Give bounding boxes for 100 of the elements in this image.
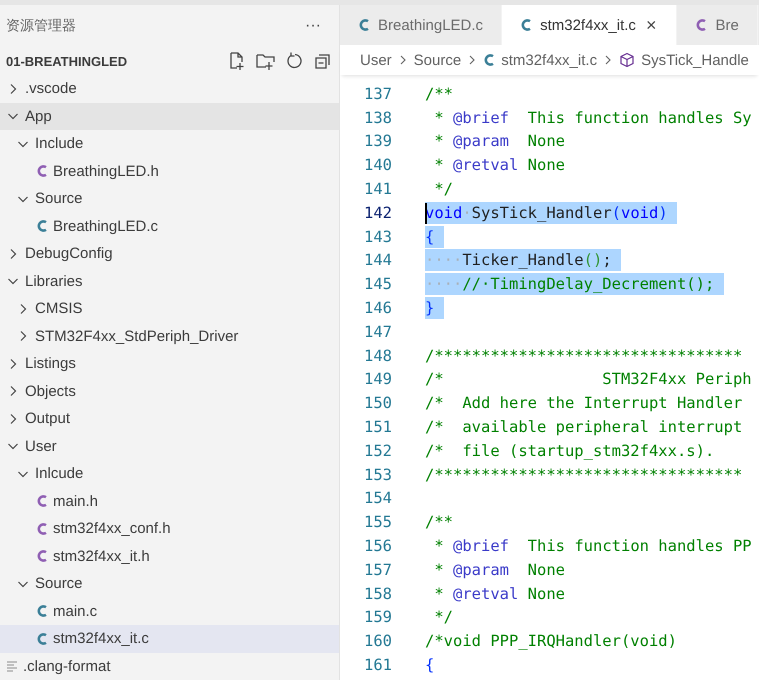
line-number: 161 [363, 656, 392, 674]
code-line: * @retval None [433, 584, 565, 605]
code-line: /** [425, 84, 453, 105]
line-number: 154 [363, 489, 392, 508]
tab-label: BreathingLED.c [378, 16, 484, 34]
tree-item-label: stm32f4xx_it.h [53, 548, 150, 565]
c-file-icon [36, 164, 48, 178]
c-file-icon [36, 549, 48, 564]
code-line: /********************************* [425, 464, 742, 486]
tree-item-label: Output [25, 410, 70, 428]
tree-item[interactable]: stm32f4xx_it.c [0, 625, 339, 652]
code-line: */ [433, 179, 453, 200]
tree-item[interactable]: Source [0, 570, 339, 598]
line-number: 155 [363, 513, 392, 532]
tree-item-label: BreathingLED.h [53, 162, 159, 180]
tree-item-label: stm32f4xx_conf.h [53, 520, 171, 538]
line-number: 151 [363, 418, 392, 436]
code-line: * @brief This function handles Sy [433, 108, 752, 129]
tree-item[interactable]: User [0, 432, 339, 460]
cube-icon [619, 52, 636, 68]
tree-item-label: Listings [25, 355, 76, 372]
line-number: 145 [363, 275, 392, 294]
tree-item[interactable]: Listings [0, 350, 339, 378]
tree-item-label: DebugConfig [25, 245, 113, 262]
tree-item-label: Inlcude [35, 465, 84, 482]
tree-item-label: CMSIS [35, 300, 83, 318]
c-file-icon [695, 18, 708, 32]
code-line: /* file (startup_stm32f4xx.s). [425, 440, 714, 462]
tree-item[interactable]: main.h [0, 488, 339, 515]
line-number: 153 [363, 466, 392, 484]
tree-item[interactable]: stm32f4xx_conf.h [0, 515, 339, 542]
tree-item[interactable]: stm32f4xx_it.h [0, 542, 339, 570]
chevron-right-icon [467, 54, 478, 66]
tree-item-label: main.c [53, 602, 98, 620]
tree-item[interactable]: DebugConfig [0, 240, 339, 268]
project-name: 01-BREATHINGLED [6, 54, 128, 68]
line-number: 157 [363, 560, 392, 579]
breadcrumb-item[interactable]: stm32f4xx_it.c [501, 52, 598, 68]
tree-item-label: stm32f4xx_it.c [53, 630, 149, 648]
tree-item-label: main.h [53, 492, 98, 510]
tree-item-label: User [25, 438, 57, 455]
code-line: /*void PPP_IRQHandler(void) [425, 631, 677, 652]
line-number: 142 [363, 204, 392, 222]
line-number: 139 [363, 132, 392, 150]
line-number: 149 [363, 370, 392, 388]
line-number: 146 [363, 299, 392, 318]
tree-item[interactable]: Inlcude [0, 460, 339, 488]
tree-item-label: STM32F4xx_StdPeriph_Driver [35, 328, 238, 345]
code-line: /********************************* [425, 346, 742, 367]
code-line: /* Add here the Interrupt Handler [425, 393, 742, 414]
line-number: 159 [363, 608, 392, 626]
c-file-icon [36, 219, 48, 234]
line-number: 156 [363, 537, 392, 556]
line-number: 147 [363, 322, 392, 341]
text-file-icon [6, 660, 18, 672]
code-line: * @param None [433, 560, 565, 581]
tree-item[interactable]: Objects [0, 378, 339, 405]
tree-item-label: .vscode [25, 80, 77, 98]
breadcrumb-item[interactable]: User [360, 52, 392, 68]
tab-label: stm32f4xx_it.c [540, 16, 636, 34]
tree-item[interactable]: CMSIS [0, 295, 339, 322]
code-line: * @brief This function handles PP [433, 536, 752, 558]
c-file-icon [36, 522, 48, 536]
breadcrumb-item[interactable]: SysTick_Handle [641, 52, 749, 68]
code-line: /** [425, 512, 453, 534]
tree-item[interactable]: Libraries [0, 268, 339, 295]
chevron-right-icon [603, 54, 614, 66]
tree-item[interactable]: Include [0, 130, 339, 158]
code-line: */ [433, 607, 453, 628]
line-number: 141 [363, 180, 392, 198]
tree-item[interactable]: main.c [0, 598, 339, 625]
tree-item-label: Include [35, 135, 84, 152]
code-line: * @param None [433, 131, 565, 152]
code-line: { [425, 655, 434, 676]
tree-item[interactable]: App [0, 102, 339, 130]
close-button[interactable]: × [644, 14, 658, 36]
tree-item-label: .clang-format [23, 658, 111, 675]
tab-label: Bre [715, 16, 739, 34]
line-number: 138 [363, 108, 392, 127]
c-file-icon [520, 18, 532, 32]
sidebar-title: 资源管理器 [6, 17, 76, 35]
c-file-icon [36, 604, 48, 618]
tree-item[interactable]: BreathingLED.h [0, 158, 339, 185]
line-number: 143 [363, 228, 392, 246]
tree-item-label: Source [35, 575, 83, 592]
tree-item[interactable]: BreathingLED.c [0, 212, 339, 240]
tree-item-label: Source [35, 190, 83, 208]
line-number: 148 [363, 346, 392, 365]
editor-tab[interactable]: Bre [677, 5, 758, 45]
tree-item-label: BreathingLED.c [53, 218, 158, 235]
tree-item[interactable]: STM32F4xx_StdPeriph_Driver [0, 322, 339, 350]
code-line: /* available peripheral interrupt [425, 417, 742, 438]
tree-item[interactable]: Source [0, 185, 339, 212]
tree-item[interactable]: .vscode [0, 75, 339, 102]
tree-item[interactable]: Output [0, 405, 339, 432]
more-actions-button[interactable]: ··· [301, 17, 325, 35]
line-number: 137 [363, 84, 392, 103]
breadcrumb-item[interactable]: Source [414, 52, 462, 68]
editor-tab[interactable]: stm32f4xx_it.c × [502, 5, 678, 45]
tree-item[interactable]: .clang-format [0, 652, 339, 680]
